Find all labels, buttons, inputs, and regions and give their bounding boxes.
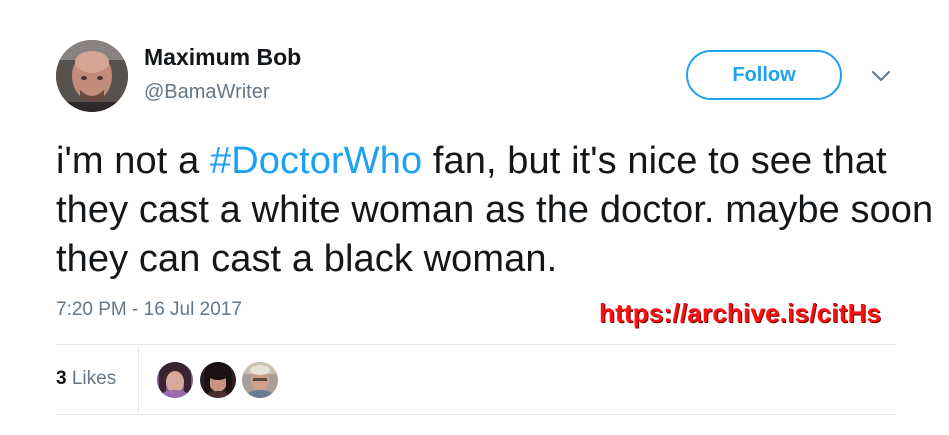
author-avatar[interactable]	[56, 40, 128, 112]
divider-top	[56, 344, 896, 345]
liker-avatar-1[interactable]	[157, 362, 193, 398]
profile-avatar-image	[56, 40, 128, 112]
tweet-timestamp[interactable]: 7:20 PM - 16 Jul 2017	[56, 299, 242, 321]
divider-bottom	[56, 414, 896, 415]
stats-separator	[138, 346, 139, 412]
tweet-text-before: i'm not a	[56, 140, 210, 182]
hashtag-link[interactable]: #DoctorWho	[210, 140, 422, 182]
liker-avatar-3[interactable]	[242, 362, 278, 398]
liker-avatar-2[interactable]	[200, 362, 236, 398]
author-handle[interactable]: @BamaWriter	[144, 81, 270, 104]
follow-button[interactable]: Follow	[686, 50, 842, 100]
archive-url-overlay: https://archive.is/citHs	[599, 298, 882, 328]
chevron-down-icon[interactable]	[870, 65, 892, 87]
author-display-name[interactable]: Maximum Bob	[144, 44, 301, 71]
likes-count: 3	[56, 368, 67, 389]
likes-stat[interactable]: 3 Likes	[56, 368, 116, 390]
tweet-text: i'm not a #DoctorWho fan, but it's nice …	[56, 137, 936, 284]
likes-label: Likes	[71, 368, 117, 389]
